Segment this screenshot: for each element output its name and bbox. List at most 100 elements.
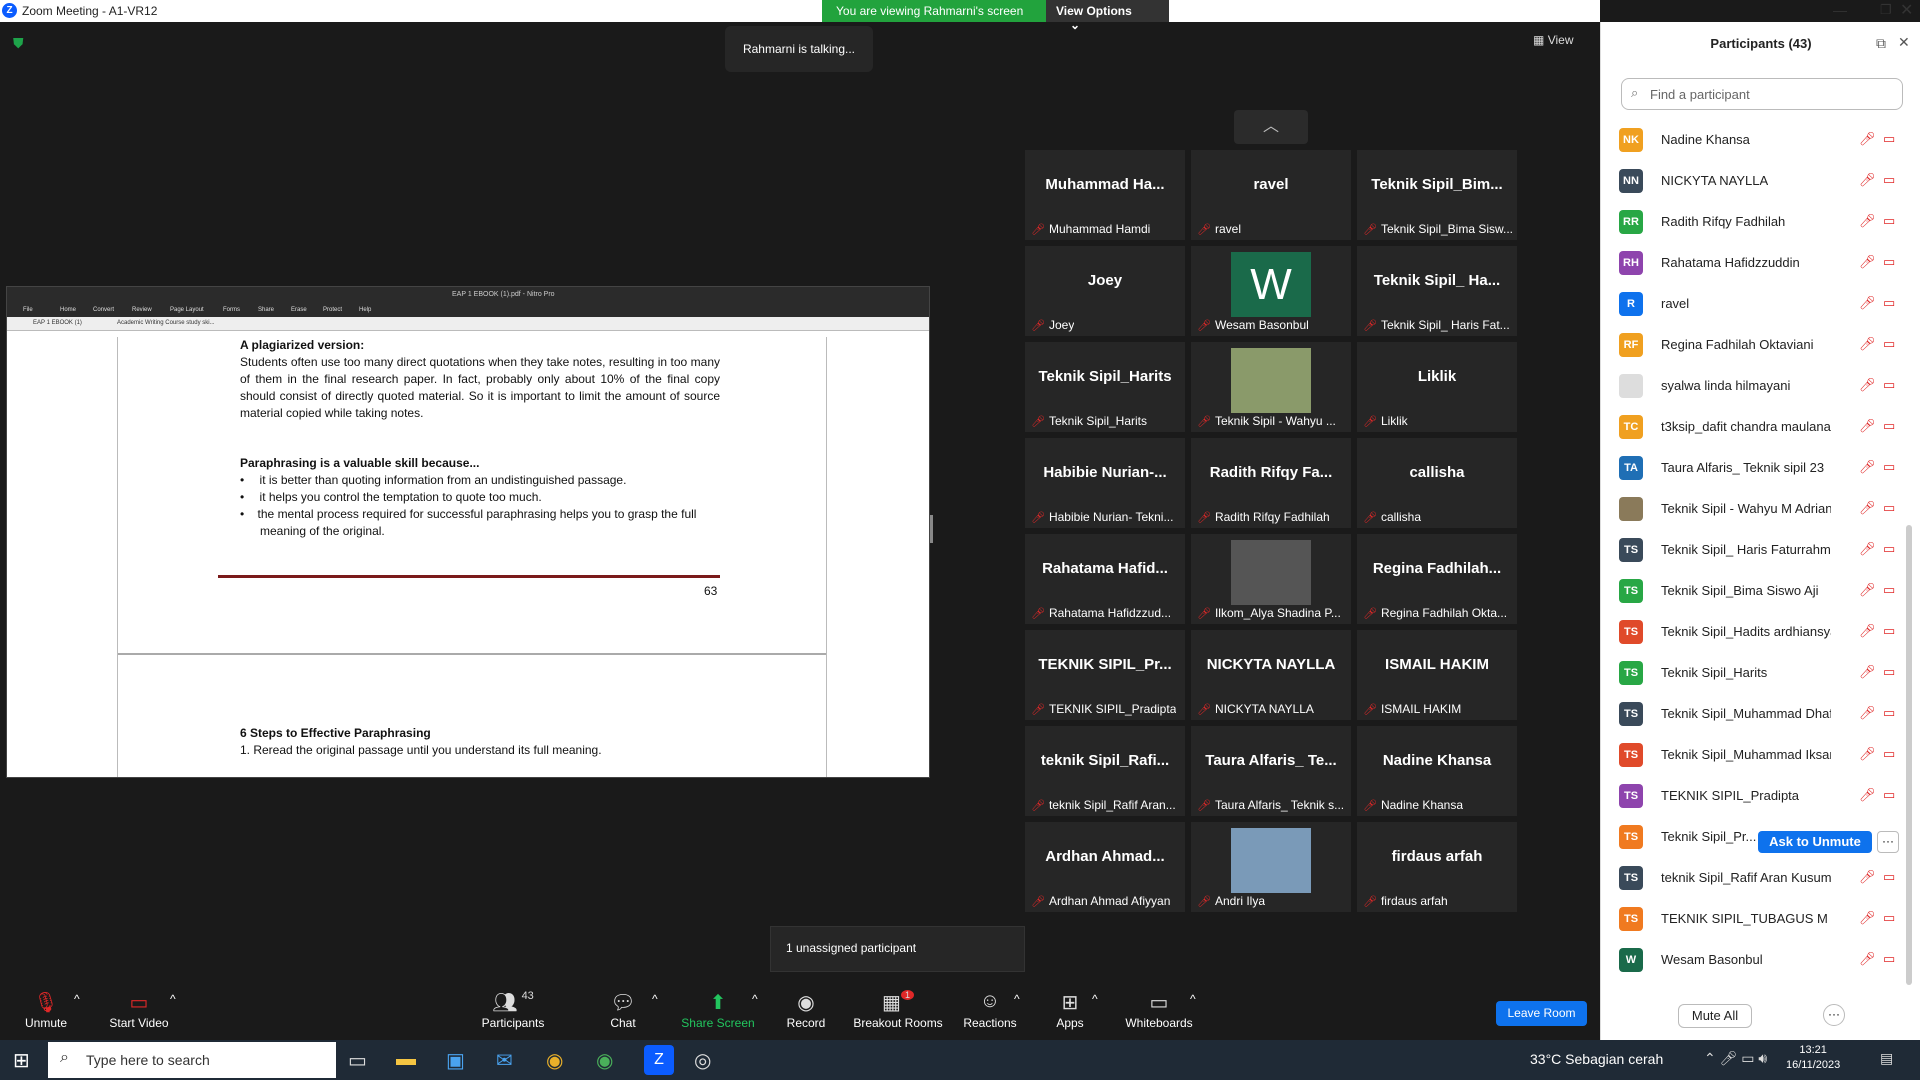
video-tile[interactable]: Teknik Sipil_ Ha... 🎤︎ Teknik Sipil_ Haris… xyxy=(1357,246,1517,336)
video-tile[interactable]: 🎤︎ Andri Ilya xyxy=(1191,822,1351,912)
zoom-taskbar-icon[interactable]: Z xyxy=(644,1045,674,1075)
participant-row[interactable]: TA Taura Alfaris_ Teknik sipil 23 🎤︎ ▭ xyxy=(1601,448,1909,488)
participant-row[interactable]: NN NICKYTA NAYLLA 🎤︎ ▭ xyxy=(1601,161,1909,201)
chrome-icon[interactable]: ◉ xyxy=(546,1048,563,1073)
participant-row[interactable]: TS TEKNIK SIPIL_Pradipta 🎤︎ ▭ xyxy=(1601,776,1909,816)
video-tile[interactable]: TEKNIK SIPIL_Pr... 🎤︎ TEKNIK SIPIL_Pradipt… xyxy=(1025,630,1185,720)
page-up-button[interactable]: ︿ xyxy=(1234,110,1308,144)
drag-handle[interactable] xyxy=(930,515,933,543)
video-tile[interactable]: ravel 🎤︎ ravel xyxy=(1191,150,1351,240)
video-tile[interactable]: Taura Alfaris_ Te... 🎤︎ Taura Alfaris_ Tek… xyxy=(1191,726,1351,816)
participant-row[interactable]: RR Radith Rifqy Fadhilah 🎤︎ ▭ xyxy=(1601,202,1909,242)
participant-row[interactable]: TS Teknik Sipil_Muhammad Iksan ... 🎤︎ ▭ xyxy=(1601,735,1909,775)
notification-icon[interactable]: ▤ xyxy=(1880,1050,1893,1067)
video-tile[interactable]: Regina Fadhilah... 🎤︎ Regina Fadhilah Okta… xyxy=(1357,534,1517,624)
store-icon[interactable]: ▣ xyxy=(446,1048,465,1073)
panel-close-icon[interactable]: ✕ xyxy=(1898,34,1910,51)
chat-options-chevron[interactable]: ^ xyxy=(652,992,658,1006)
video-tile[interactable]: Teknik Sipil_Bim... 🎤︎ Teknik Sipil_Bima S… xyxy=(1357,150,1517,240)
participants-label: Participants xyxy=(481,1016,545,1030)
ask-to-unmute-button[interactable]: Ask to Unmute xyxy=(1758,831,1872,853)
video-tile[interactable]: 🎤︎ Teknik Sipil - Wahyu ... xyxy=(1191,342,1351,432)
audio-options-chevron[interactable]: ^ xyxy=(74,992,80,1006)
camera-app-icon[interactable]: ◎ xyxy=(694,1048,711,1073)
taskbar-search-input[interactable]: Type here to search xyxy=(48,1042,336,1078)
video-tile[interactable]: Radith Rifqy Fa... 🎤︎ Radith Rifqy Fadhila… xyxy=(1191,438,1351,528)
chat-button[interactable]: 💬︎ Chat xyxy=(602,990,644,1030)
video-tile[interactable]: Ardhan Ahmad... 🎤︎ Ardhan Ahmad Afiyyan xyxy=(1025,822,1185,912)
view-button[interactable]: ▦ View xyxy=(1533,33,1573,47)
video-tile[interactable]: Joey 🎤︎ Joey xyxy=(1025,246,1185,336)
start-video-button[interactable]: ▭ Start Video xyxy=(104,990,174,1030)
video-tile[interactable]: ISMAIL HAKIM 🎤︎ ISMAIL HAKIM xyxy=(1357,630,1517,720)
mail-icon[interactable]: ✉ xyxy=(496,1048,513,1073)
video-tile[interactable]: W 🎤︎ Wesam Basonbul xyxy=(1191,246,1351,336)
mic-muted-icon: 🎤︎ xyxy=(1363,704,1377,716)
page-number: 63 xyxy=(704,584,718,598)
video-tile[interactable]: Habibie Nurian-... 🎤︎ Habibie Nurian- Tekn… xyxy=(1025,438,1185,528)
task-view-icon[interactable]: ▭ xyxy=(348,1048,367,1073)
share-options-chevron[interactable]: ^ xyxy=(752,992,758,1006)
apps-button[interactable]: ⊞ Apps xyxy=(1052,990,1088,1030)
participant-row[interactable]: TS Teknik Sipil_Bima Siswo Aji 🎤︎ ▭ xyxy=(1601,571,1909,611)
participant-row[interactable]: RF Regina Fadhilah Oktaviani 🎤︎ ▭ xyxy=(1601,325,1909,365)
share-screen-button[interactable]: ⬆︎ Share Screen xyxy=(680,990,756,1030)
video-tile[interactable]: Teknik Sipil_Harits 🎤︎ Teknik Sipil_Harits xyxy=(1025,342,1185,432)
participant-list-scrollbar[interactable] xyxy=(1906,525,1912,985)
participant-row[interactable]: Teknik Sipil - Wahyu M Adrians... 🎤︎ ▭ xyxy=(1601,489,1909,529)
panel-more-button[interactable]: ··· xyxy=(1823,1004,1845,1026)
video-tile[interactable]: firdaus arfah 🎤︎ firdaus arfah xyxy=(1357,822,1517,912)
participant-more-button[interactable]: ··· xyxy=(1877,831,1899,853)
reactions-button[interactable]: ☺ Reactions xyxy=(962,990,1018,1030)
tile-name-text: Wesam Basonbul xyxy=(1214,318,1309,332)
video-tile[interactable]: Nadine Khansa 🎤︎ Nadine Khansa xyxy=(1357,726,1517,816)
tile-name-label: 🎤︎ Muhammad Hamdi xyxy=(1031,222,1150,236)
video-tile[interactable]: 🎤︎ Ilkom_Alya Shadina P... xyxy=(1191,534,1351,624)
participants-button[interactable]: 👥︎ 43 Participants xyxy=(478,990,548,1030)
participant-row[interactable]: TC t3ksip_dafit chandra maulana 🎤︎ ▭ xyxy=(1601,407,1909,447)
participant-row[interactable]: W Wesam Basonbul 🎤︎ ▭ xyxy=(1601,940,1909,980)
whiteboards-options-chevron[interactable]: ^ xyxy=(1190,992,1196,1006)
tray-icons[interactable]: ⌃ 🎤︎ ▭ 🔊︎ xyxy=(1704,1050,1767,1067)
video-tile[interactable]: Muhammad Ha... 🎤︎ Muhammad Hamdi xyxy=(1025,150,1185,240)
file-explorer-icon[interactable]: ▬ xyxy=(396,1048,416,1071)
unmute-button[interactable]: 🎙︎ Unmute xyxy=(20,990,72,1030)
video-tile[interactable]: NICKYTA NAYLLA 🎤︎ NICKYTA NAYLLA xyxy=(1191,630,1351,720)
leave-room-button[interactable]: Leave Room xyxy=(1496,1001,1587,1026)
mic-muted-icon: 🎤︎ xyxy=(1859,336,1876,351)
popout-icon[interactable]: ⧉ xyxy=(1876,35,1886,52)
maximize-button[interactable]: ❐ xyxy=(1880,2,1898,18)
participant-row[interactable]: TS Teknik Sipil_Muhammad Dhafa ... 🎤︎ ▭ xyxy=(1601,694,1909,734)
video-options-chevron[interactable]: ^ xyxy=(170,992,176,1006)
participant-row[interactable]: TS Teknik Sipil_ Haris Faturrahman... 🎤︎ ▭ xyxy=(1601,530,1909,570)
breakout-rooms-button[interactable]: ▦ 1 Breakout Rooms xyxy=(852,990,944,1030)
reactions-options-chevron[interactable]: ^ xyxy=(1014,992,1020,1006)
participant-row[interactable]: syalwa linda hilmayani 🎤︎ ▭ xyxy=(1601,366,1909,406)
chrome-profile-icon[interactable]: ◉ xyxy=(596,1048,613,1073)
view-options-button[interactable]: View Options ⌄ xyxy=(1046,0,1169,32)
record-button[interactable]: ◉ Record xyxy=(784,990,828,1030)
participant-row[interactable]: Rravel 🎤︎ ▭ xyxy=(1601,284,1909,324)
participant-row[interactable]: TS Teknik Sipil_Hadits ardhiansyah 🎤︎ ▭ xyxy=(1601,612,1909,652)
video-tile[interactable]: Liklik 🎤︎ Liklik xyxy=(1357,342,1517,432)
participant-row[interactable]: TS teknik Sipil_Rafif Aran Kusumo 🎤︎ ▭ xyxy=(1601,858,1909,898)
participant-row[interactable]: RH Rahatama Hafidzzuddin 🎤︎ ▭ xyxy=(1601,243,1909,283)
windows-start-icon[interactable]: ⊞ xyxy=(13,1048,30,1073)
apps-options-chevron[interactable]: ^ xyxy=(1092,992,1098,1006)
whiteboards-button[interactable]: ▭ Whiteboards xyxy=(1124,990,1194,1030)
mute-all-button[interactable]: Mute All xyxy=(1678,1004,1752,1028)
video-tile[interactable]: Rahatama Hafid... 🎤︎ Rahatama Hafidzzud... xyxy=(1025,534,1185,624)
participant-row[interactable]: TS Teknik Sipil_Harits 🎤︎ ▭ xyxy=(1601,653,1909,693)
taskbar-clock[interactable]: 13:21 16/11/2023 xyxy=(1786,1044,1840,1071)
weather-widget[interactable]: 33°C Sebagian cerah xyxy=(1530,1051,1663,1067)
participant-row[interactable]: NK Nadine Khansa 🎤︎ ▭ xyxy=(1601,120,1909,160)
minimize-button[interactable]: — xyxy=(1833,2,1851,18)
video-tile[interactable]: callisha 🎤︎ callisha xyxy=(1357,438,1517,528)
participant-search-input[interactable]: Find a participant xyxy=(1621,78,1903,110)
video-tile[interactable]: teknik Sipil_Rafi... 🎤︎ teknik Sipil_Rafif… xyxy=(1025,726,1185,816)
shield-icon[interactable]: ⛊ xyxy=(13,35,27,51)
close-button[interactable]: ✕ xyxy=(1900,0,1918,20)
grid-icon: ▦ xyxy=(1533,33,1545,47)
participant-row[interactable]: TS TEKNIK SIPIL_TUBAGUS M YUS... 🎤︎ ▭ xyxy=(1601,899,1909,939)
video-off-icon: ▭ xyxy=(1883,418,1896,433)
